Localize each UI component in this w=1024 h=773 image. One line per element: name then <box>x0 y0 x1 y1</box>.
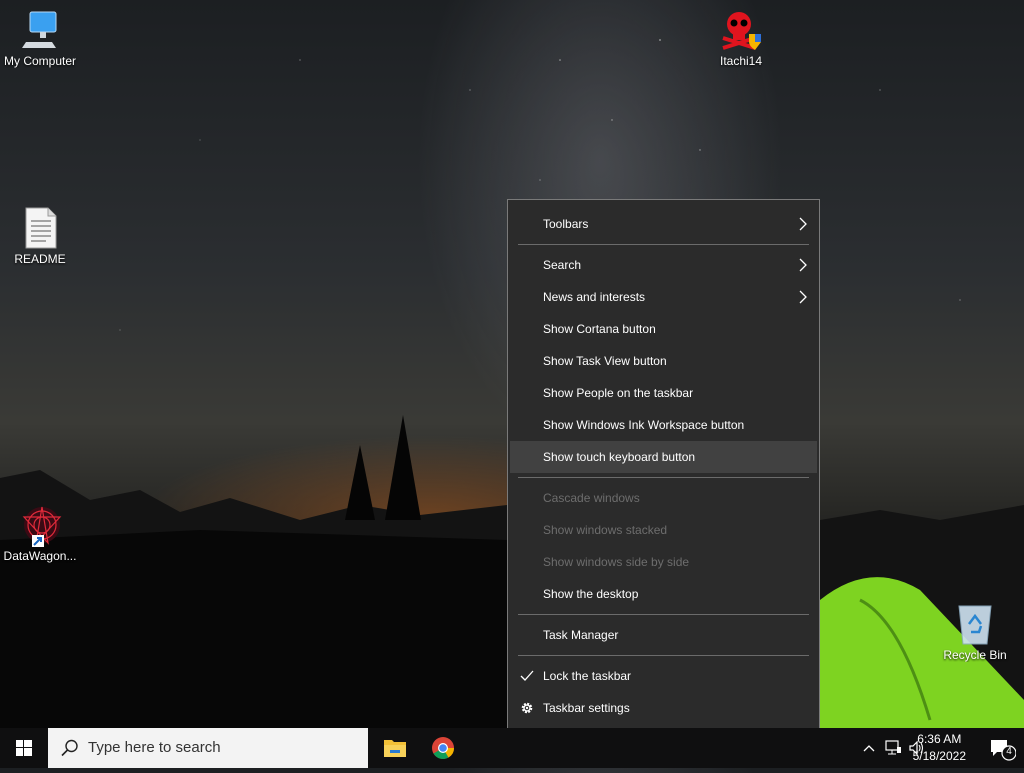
menu-item-taskbar-settings[interactable]: Taskbar settings <box>510 692 817 724</box>
menu-item-show-windows-side-by-side: Show windows side by side <box>510 546 817 578</box>
menu-item-label: Lock the taskbar <box>543 669 632 683</box>
search-input[interactable]: Type here to search <box>48 728 368 768</box>
menu-item-label: Show People on the taskbar <box>543 386 694 400</box>
menu-item-label: Show touch keyboard button <box>543 450 696 464</box>
recycle-bin-icon <box>953 602 997 646</box>
menu-item-label: News and interests <box>543 290 646 304</box>
chevron-right-icon <box>799 290 807 304</box>
desktop-icon-my-computer[interactable]: My Computer <box>0 8 80 68</box>
desktop-icon-itachi14[interactable]: Itachi14 <box>701 8 781 68</box>
start-button[interactable] <box>0 728 48 768</box>
menu-item-label: Task Manager <box>543 628 619 642</box>
text-file-icon <box>18 206 62 250</box>
network-icon[interactable] <box>884 739 902 757</box>
system-tray: 6:36 AM 5/18/2022 4 <box>824 728 1024 768</box>
chrome-icon <box>432 737 454 759</box>
clock-time: 6:36 AM <box>917 732 962 746</box>
notification-count-badge: 4 <box>1006 746 1012 757</box>
desktop-icon-readme[interactable]: README <box>0 206 80 266</box>
menu-item-label: Taskbar settings <box>543 701 630 715</box>
menu-item-show-the-desktop[interactable]: Show the desktop <box>510 578 817 610</box>
menu-item-label: Show the desktop <box>543 587 639 601</box>
clock[interactable]: 6:36 AM 5/18/2022 <box>913 731 966 765</box>
taskbar-file-explorer[interactable] <box>371 728 419 768</box>
menu-item-task-manager[interactable]: Task Manager <box>510 619 817 651</box>
computer-icon <box>18 8 62 52</box>
chevron-up-icon[interactable] <box>862 740 876 756</box>
menu-item-search[interactable]: Search <box>510 249 817 281</box>
menu-item-cascade-windows: Cascade windows <box>510 482 817 514</box>
menu-separator <box>518 655 809 656</box>
desktop-icon-recycle-bin[interactable]: Recycle Bin <box>935 602 1015 662</box>
menu-item-lock-the-taskbar[interactable]: Lock the taskbar <box>510 660 817 692</box>
menu-item-label: Show Cortana button <box>543 322 656 336</box>
checkmark-icon <box>520 670 534 681</box>
menu-item-show-people[interactable]: Show People on the taskbar <box>510 377 817 409</box>
menu-item-toolbars[interactable]: Toolbars <box>510 208 817 240</box>
menu-item-show-cortana-button[interactable]: Show Cortana button <box>510 313 817 345</box>
clock-date: 5/18/2022 <box>912 749 966 763</box>
menu-item-show-touch-keyboard[interactable]: Show touch keyboard button <box>510 441 817 473</box>
chevron-right-icon <box>799 217 807 231</box>
menu-item-label: Cascade windows <box>543 491 640 505</box>
action-center-button[interactable]: 4 <box>988 736 1017 762</box>
desktop-icon-label: README <box>14 252 66 266</box>
menu-item-label: Toolbars <box>543 217 589 231</box>
taskbar-chrome[interactable] <box>419 728 467 768</box>
file-explorer-icon <box>384 740 406 757</box>
desktop-icon-label: DataWagon... <box>3 549 77 563</box>
menu-item-label: Show Windows Ink Workspace button <box>543 418 745 432</box>
gear-icon <box>521 702 533 714</box>
menu-separator <box>518 477 809 478</box>
search-placeholder: Type here to search <box>88 739 221 756</box>
menu-item-label: Show Task View button <box>543 354 667 368</box>
desktop-icon-label: Recycle Bin <box>943 648 1007 662</box>
search-icon <box>61 739 78 757</box>
taskbar-context-menu: Toolbars Search News and interests Show … <box>507 199 820 733</box>
desktop-icon-label: My Computer <box>3 54 77 68</box>
windows-logo-icon <box>16 740 32 756</box>
menu-item-show-task-view-button[interactable]: Show Task View button <box>510 345 817 377</box>
skull-shield-icon <box>719 8 763 52</box>
menu-item-show-windows-stacked: Show windows stacked <box>510 514 817 546</box>
menu-item-label: Show windows stacked <box>543 523 668 537</box>
menu-item-label: Search <box>543 258 582 272</box>
menu-item-show-windows-ink[interactable]: Show Windows Ink Workspace button <box>510 409 817 441</box>
desktop-icon-datawagon[interactable]: DataWagon... <box>0 503 80 563</box>
datawagon-shortcut-icon <box>18 503 62 547</box>
chevron-right-icon <box>799 258 807 272</box>
menu-item-label: Show windows side by side <box>543 555 690 569</box>
menu-separator <box>518 614 809 615</box>
desktop-icon-label: Itachi14 <box>719 54 763 68</box>
menu-item-news-and-interests[interactable]: News and interests <box>510 281 817 313</box>
menu-separator <box>518 244 809 245</box>
taskbar: Type here to search 6:36 AM 5/18/2022 4 <box>0 728 1024 768</box>
